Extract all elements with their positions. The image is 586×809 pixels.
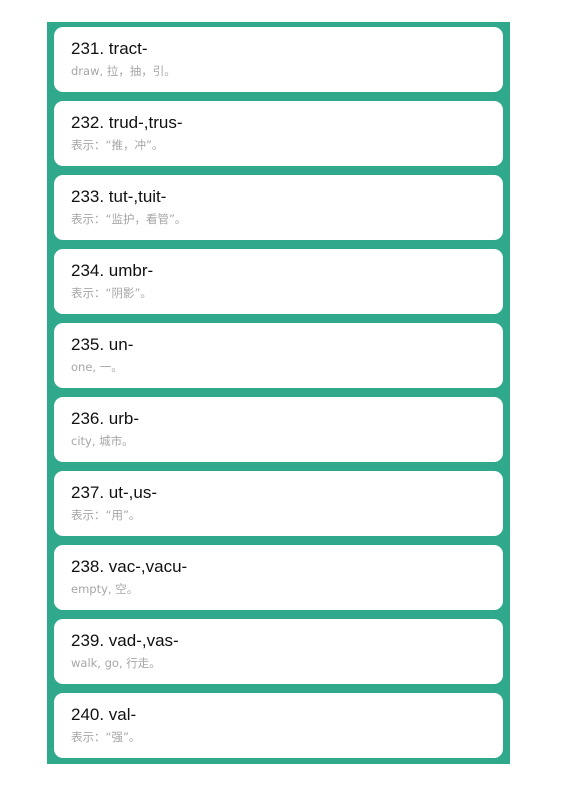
list-item-237[interactable]: 237. ut-,us- 表示：“用”。 [54,471,503,536]
word-root-list: 231. tract- draw, 拉，抽，引。 232. trud-,trus… [47,22,510,764]
item-description: 表示：“用”。 [71,508,141,522]
item-title: 231. tract- [71,39,148,58]
item-title: 240. val- [71,705,137,724]
item-title: 232. trud-,trus- [71,113,183,132]
list-item-235[interactable]: 235. un- one, 一。 [54,323,503,388]
list-item-239[interactable]: 239. vad-,vas- walk, go, 行走。 [54,619,503,684]
item-description: walk, go, 行走。 [71,656,161,670]
item-description: 表示：“推，冲”。 [71,138,164,152]
list-item-232[interactable]: 232. trud-,trus- 表示：“推，冲”。 [54,101,503,166]
item-description: draw, 拉，抽，引。 [71,64,176,78]
item-title: 233. tut-,tuit- [71,187,167,206]
item-title: 238. vac-,vacu- [71,557,188,576]
item-description: 表示：“监护，看管”。 [71,212,187,226]
item-title: 235. un- [71,335,134,354]
item-title: 239. vad-,vas- [71,631,179,650]
item-description: empty, 空。 [71,582,139,596]
list-item-238[interactable]: 238. vac-,vacu- empty, 空。 [54,545,503,610]
item-title: 234. umbr- [71,261,154,280]
item-description: one, 一。 [71,360,123,374]
list-item-231[interactable]: 231. tract- draw, 拉，抽，引。 [54,27,503,92]
list-item-233[interactable]: 233. tut-,tuit- 表示：“监护，看管”。 [54,175,503,240]
item-description: city, 城市。 [71,434,134,448]
list-item-234[interactable]: 234. umbr- 表示：“阴影”。 [54,249,503,314]
item-title: 236. urb- [71,409,140,428]
item-title: 237. ut-,us- [71,483,157,502]
list-item-240[interactable]: 240. val- 表示：“强”。 [54,693,503,758]
list-item-236[interactable]: 236. urb- city, 城市。 [54,397,503,462]
item-description: 表示：“阴影”。 [71,286,152,300]
item-description: 表示：“强”。 [71,730,141,744]
